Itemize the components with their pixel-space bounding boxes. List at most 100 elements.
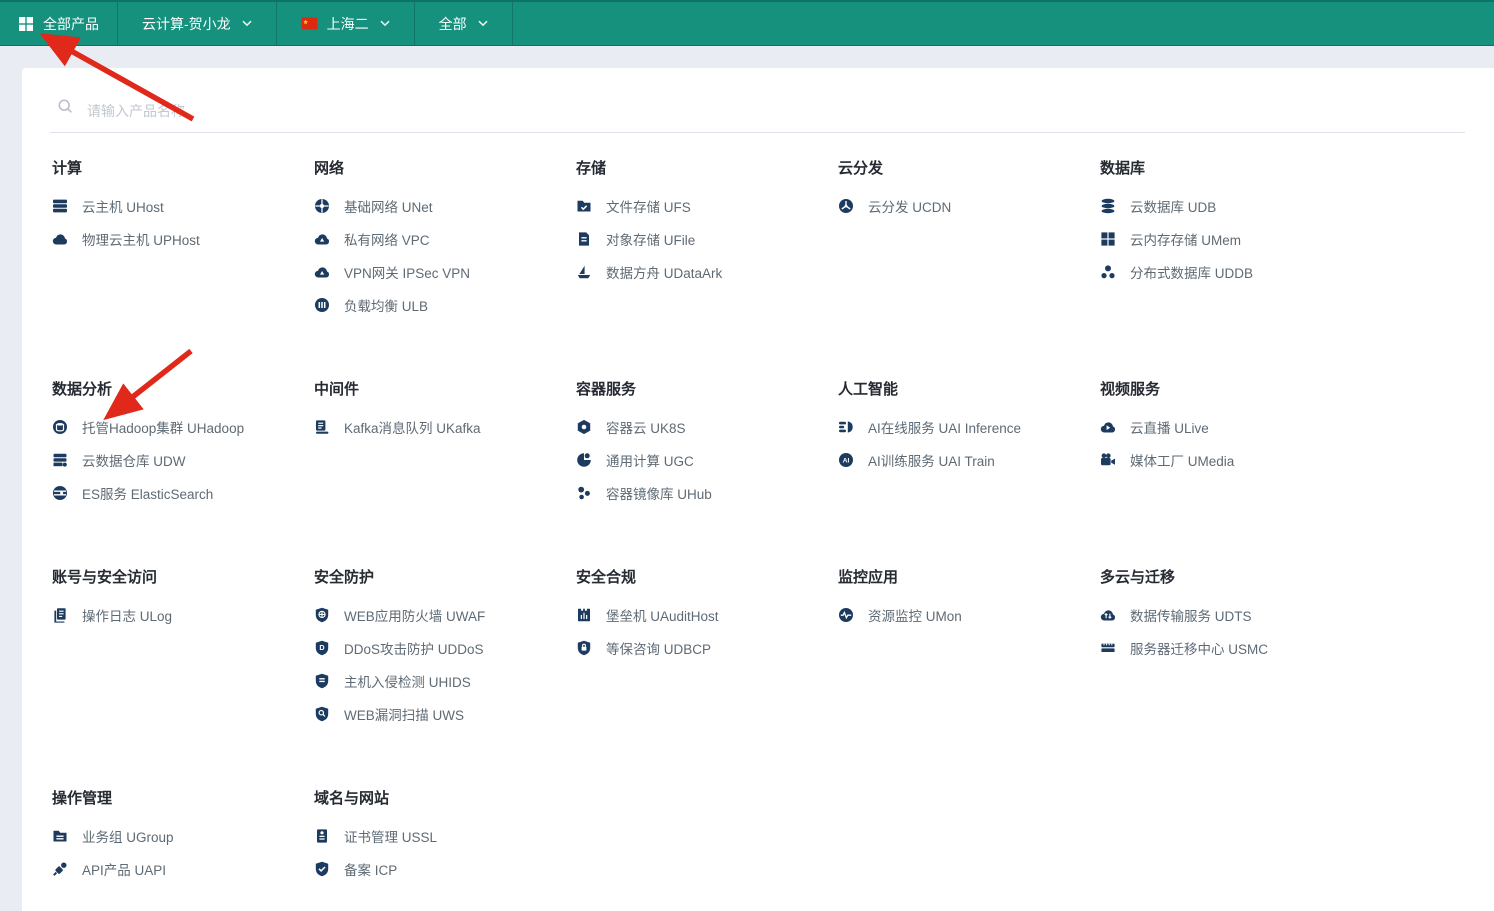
product-item[interactable]: 等保咨询 UDBCP xyxy=(576,631,838,664)
server-icon xyxy=(52,198,68,214)
category-title: 多云与迁移 xyxy=(1100,567,1362,588)
product-item[interactable]: 云数据库 UDB xyxy=(1100,189,1362,222)
product-item[interactable]: 分布式数据库 UDDB xyxy=(1100,255,1362,288)
product-item[interactable]: 服务器迁移中心 USMC xyxy=(1100,631,1362,664)
product-item-label: DDoS攻击防护 UDDoS xyxy=(344,638,484,658)
nav-tab-0[interactable]: 全部产品 xyxy=(0,2,118,45)
product-item[interactable]: 堡垒机 UAuditHost xyxy=(576,598,838,631)
product-item[interactable]: 备案 ICP xyxy=(314,852,576,885)
product-item[interactable]: DDDoS攻击防护 UDDoS xyxy=(314,631,576,664)
product-item[interactable]: 负载均衡 ULB xyxy=(314,288,576,321)
products-row: 数据分析托管Hadoop集群 UHadoop 云数据仓库 UDW ES服务 Elas… xyxy=(22,379,1494,509)
server-migrate-icon xyxy=(1100,640,1116,656)
product-item-label: 操作日志 ULog xyxy=(82,605,172,625)
product-item[interactable]: 业务组 UGroup xyxy=(52,819,314,852)
shield-globe-icon xyxy=(314,607,330,623)
product-item-label: 云数据库 UDB xyxy=(1130,196,1216,216)
cloud-triangle-icon xyxy=(314,231,330,247)
product-item[interactable]: AI AI训练服务 UAI Train xyxy=(838,443,1100,476)
category-section: 人工智能 AI在线服务 UAI Inference AI AI训练服务 UAI Tra… xyxy=(838,379,1100,509)
product-item[interactable]: 托管Hadoop集群 UHadoop xyxy=(52,410,314,443)
product-item[interactable]: 基础网络 UNet xyxy=(314,189,576,222)
product-item[interactable]: AI在线服务 UAI Inference xyxy=(838,410,1100,443)
inference-icon xyxy=(838,419,854,435)
product-item[interactable]: 操作日志 ULog xyxy=(52,598,314,631)
product-item-label: 云主机 UHost xyxy=(82,196,164,216)
product-item[interactable]: 文件存储 UFS xyxy=(576,189,838,222)
product-item-label: 私有网络 VPC xyxy=(344,229,430,249)
database-icon xyxy=(1100,198,1116,214)
product-item[interactable]: 数据传输服务 UDTS xyxy=(1100,598,1362,631)
product-item[interactable]: API产品 UAPI xyxy=(52,852,314,885)
category-section: 操作管理业务组 UGroupAPI产品 UAPI xyxy=(52,788,314,885)
product-item[interactable]: 容器云 UK8S xyxy=(576,410,838,443)
category-title: 数据分析 xyxy=(52,379,314,400)
top-navbar: 全部产品云计算-贺小龙上海二全部 xyxy=(0,0,1494,46)
compute-swirl-icon xyxy=(576,452,592,468)
product-item-label: 资源监控 UMon xyxy=(868,605,962,625)
shield-search-icon xyxy=(314,706,330,722)
hadoop-circle-icon xyxy=(52,419,68,435)
category-section: 安全合规堡垒机 UAuditHost 等保咨询 UDBCP xyxy=(576,567,838,730)
product-item[interactable]: WEB漏洞扫描 UWS xyxy=(314,697,576,730)
product-item[interactable]: 云直播 ULive xyxy=(1100,410,1362,443)
product-item[interactable]: 对象存储 UFile xyxy=(576,222,838,255)
category-title: 安全防护 xyxy=(314,567,576,588)
search-input[interactable] xyxy=(87,103,687,119)
product-item[interactable]: VPN网关 IPSec VPN xyxy=(314,255,576,288)
products-row: 账号与安全访问操作日志 ULog安全防护WEB应用防火墙 UWAFDDDoS攻击… xyxy=(22,567,1494,730)
ark-ship-icon xyxy=(576,264,592,280)
product-item[interactable]: 容器镜像库 UHub xyxy=(576,476,838,509)
category-title: 人工智能 xyxy=(838,379,1100,400)
product-item-label: AI在线服务 UAI Inference xyxy=(868,417,1021,437)
product-item-label: 托管Hadoop集群 UHadoop xyxy=(82,417,244,437)
memory-grid-icon xyxy=(1100,231,1116,247)
product-item[interactable]: 云内存存储 UMem xyxy=(1100,222,1362,255)
product-item[interactable]: 云分发 UCDN xyxy=(838,189,1100,222)
category-title: 安全合规 xyxy=(576,567,838,588)
product-item-label: ES服务 ElasticSearch xyxy=(82,483,213,503)
monitor-pulse-icon xyxy=(838,607,854,623)
product-item[interactable]: 私有网络 VPC xyxy=(314,222,576,255)
product-item[interactable]: 资源监控 UMon xyxy=(838,598,1100,631)
product-item[interactable]: 云主机 UHost xyxy=(52,189,314,222)
category-section: 计算云主机 UHost 物理云主机 UPHost xyxy=(52,158,314,321)
product-item[interactable]: 云数据仓库 UDW xyxy=(52,443,314,476)
category-title: 操作管理 xyxy=(52,788,314,809)
nav-tab-1[interactable]: 云计算-贺小龙 xyxy=(118,2,277,45)
nav-tab-3[interactable]: 全部 xyxy=(415,2,513,45)
product-item[interactable]: 通用计算 UGC xyxy=(576,443,838,476)
cluster-dots-icon xyxy=(1100,264,1116,280)
product-item-label: 等保咨询 UDBCP xyxy=(606,638,711,658)
product-item-label: VPN网关 IPSec VPN xyxy=(344,262,470,282)
product-item[interactable]: WEB应用防火墙 UWAF xyxy=(314,598,576,631)
hexagon-icon xyxy=(576,419,592,435)
product-search-bar xyxy=(50,68,1465,133)
product-item[interactable]: ES服务 ElasticSearch xyxy=(52,476,314,509)
hub-cluster-icon xyxy=(576,485,592,501)
cdn-globe-icon xyxy=(838,198,854,214)
category-title: 计算 xyxy=(52,158,314,179)
product-item[interactable]: 媒体工厂 UMedia xyxy=(1100,443,1362,476)
product-item-label: 云数据仓库 UDW xyxy=(82,450,186,470)
category-section: 数据分析托管Hadoop集群 UHadoop 云数据仓库 UDW ES服务 Elas… xyxy=(52,379,314,509)
category-title: 网络 xyxy=(314,158,576,179)
category-section: 多云与迁移数据传输服务 UDTS 服务器迁移中心 USMC xyxy=(1100,567,1362,730)
product-item[interactable]: 证书管理 USSL xyxy=(314,819,576,852)
api-plug-icon xyxy=(52,861,68,877)
product-item-label: 文件存储 UFS xyxy=(606,196,691,216)
product-item[interactable]: 数据方舟 UDataArk xyxy=(576,255,838,288)
product-item-label: AI训练服务 UAI Train xyxy=(868,450,995,470)
log-docs-icon xyxy=(52,607,68,623)
cloud-triangle-icon xyxy=(314,264,330,280)
product-item[interactable]: 物理云主机 UPHost xyxy=(52,222,314,255)
china-flag-icon xyxy=(301,15,318,32)
category-section: 视频服务云直播 ULive媒体工厂 UMedia xyxy=(1100,379,1362,509)
nav-tab-2[interactable]: 上海二 xyxy=(277,2,415,45)
product-item[interactable]: Kafka消息队列 UKafka xyxy=(314,410,576,443)
product-item-label: 备案 ICP xyxy=(344,859,397,879)
product-item-label: 服务器迁移中心 USMC xyxy=(1130,638,1268,658)
product-item[interactable]: 主机入侵检测 UHIDS xyxy=(314,664,576,697)
svg-text:AI: AI xyxy=(843,457,850,464)
grid-icon xyxy=(18,16,34,32)
